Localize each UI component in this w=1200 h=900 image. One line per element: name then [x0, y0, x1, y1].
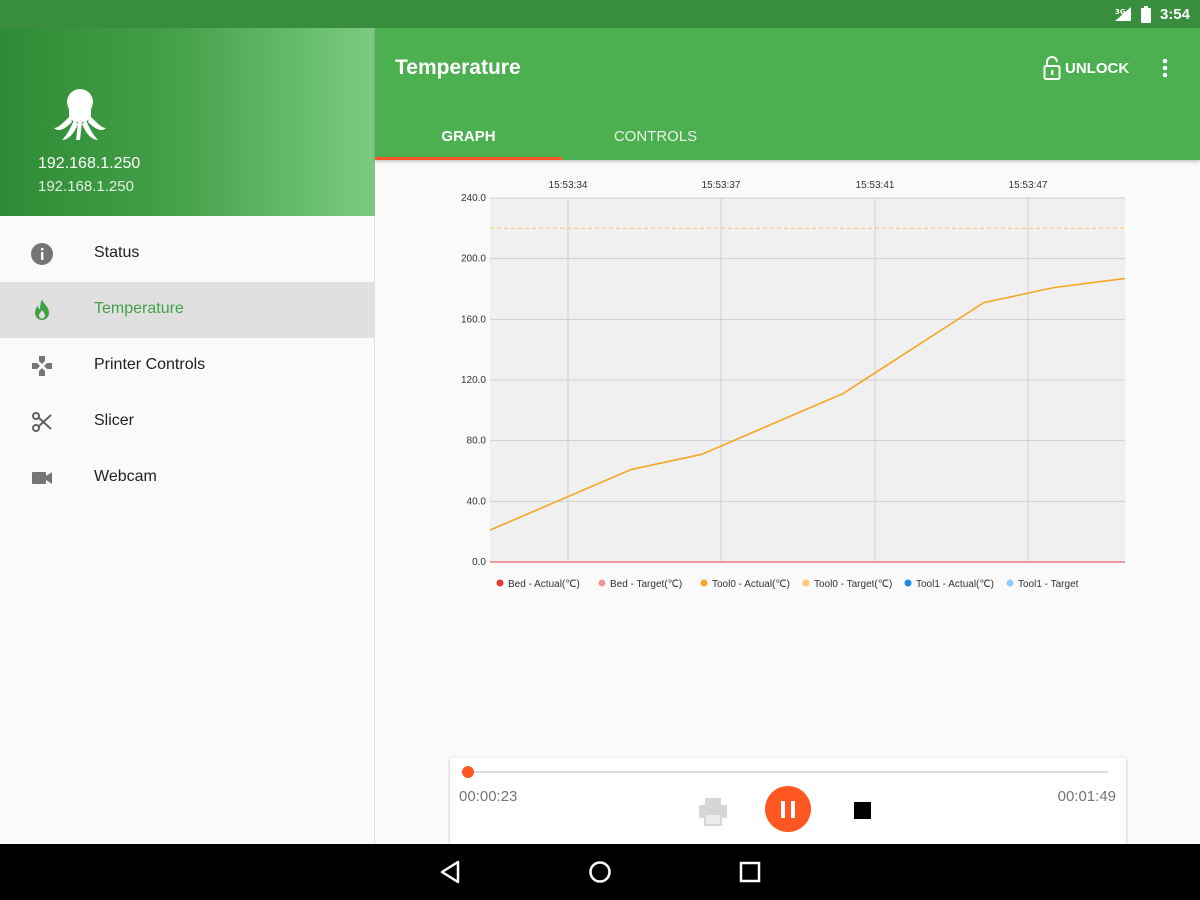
legend-label: Tool0 - Target(℃) — [814, 579, 892, 590]
legend-marker — [700, 579, 708, 587]
pause-button[interactable] — [765, 786, 811, 832]
x-tick-label: 15:53:34 — [549, 180, 588, 191]
octoprint-logo-icon — [54, 89, 106, 140]
drawer-item-label: Printer Controls — [94, 356, 206, 373]
recents-icon[interactable] — [736, 858, 764, 886]
flame-icon — [35, 299, 49, 320]
legend-marker — [802, 579, 810, 587]
y-tick-label: 200.0 — [461, 254, 486, 265]
drawer-item-label: Slicer — [94, 412, 135, 429]
drawer-item-label: Webcam — [94, 468, 157, 485]
drawer-item-status[interactable]: Status — [0, 226, 375, 282]
legend-label: Bed - Actual(℃) — [508, 579, 580, 590]
pause-icon — [791, 801, 795, 818]
stop-button[interactable] — [854, 802, 871, 819]
pause-icon — [781, 801, 785, 818]
tab-graph[interactable]: GRAPH — [375, 112, 562, 160]
clock: 3:54 — [1159, 5, 1190, 23]
y-tick-label: 240.0 — [461, 193, 486, 204]
overflow-menu-icon[interactable] — [1155, 54, 1175, 82]
battery-icon — [1140, 5, 1151, 23]
drawer-item-webcam[interactable]: Webcam — [0, 450, 375, 506]
unlock-button[interactable]: UNLOCK — [1043, 54, 1129, 82]
unlock-label: UNLOCK — [1065, 59, 1130, 77]
elapsed-time: 00:00:23 — [459, 788, 518, 805]
legend-label: Bed - Target(℃) — [610, 579, 682, 590]
legend-marker — [598, 579, 606, 587]
legend-marker — [496, 579, 504, 587]
home-icon[interactable] — [586, 858, 614, 886]
host-subtitle: 192.168.1.250 — [38, 178, 134, 195]
page-title: Temperature — [395, 56, 521, 79]
temperature-chart: 0.0 40.0 80.0 120.0 160.0 200.0 240.0 15:53:34 1… — [461, 180, 1126, 590]
total-time: 00:01:49 — [1057, 788, 1116, 805]
drawer-item-temperature[interactable]: Temperature — [0, 282, 375, 338]
back-icon[interactable] — [437, 858, 465, 886]
x-tick-label: 15:53:47 — [1009, 180, 1048, 191]
legend-label: Tool1 - Target — [1018, 579, 1079, 590]
y-tick-label: 0.0 — [472, 557, 486, 568]
drawer-item-label: Temperature — [94, 300, 184, 317]
y-tick-label: 40.0 — [467, 496, 487, 507]
host-address: 192.168.1.250 — [38, 155, 141, 172]
svg-text:3G: 3G — [1115, 8, 1126, 16]
scissors-icon — [32, 412, 52, 432]
app-bar: Temperature UNLOCK GRAPH CONTROLS — [375, 28, 1200, 160]
print-progress-card: 00:00:23 00:01:49 — [450, 758, 1126, 844]
y-tick-label: 160.0 — [461, 314, 486, 325]
tab-indicator — [375, 157, 562, 160]
dpad-icon — [32, 356, 52, 376]
system-status-bar: 3G 3:54 — [0, 0, 1200, 28]
legend-label: Tool0 - Actual(℃) — [712, 579, 790, 590]
print-icon[interactable] — [696, 794, 730, 828]
y-tick-label: 120.0 — [461, 375, 486, 386]
legend-marker — [1006, 579, 1014, 587]
tab-controls[interactable]: CONTROLS — [562, 112, 749, 160]
legend-marker — [904, 579, 912, 587]
info-icon — [31, 243, 53, 265]
drawer-header: 192.168.1.250 192.168.1.250 — [0, 28, 375, 216]
x-tick-label: 15:53:41 — [856, 180, 895, 191]
drawer-item-printer-controls[interactable]: Printer Controls — [0, 338, 375, 394]
drawer-item-slicer[interactable]: Slicer — [0, 394, 375, 450]
lock-open-icon — [1043, 56, 1061, 80]
progress-thumb[interactable] — [462, 766, 474, 778]
cellular-signal-icon: 3G — [1114, 7, 1131, 21]
system-navigation-bar — [0, 844, 1200, 900]
x-tick-label: 15:53:37 — [702, 180, 741, 191]
progress-track[interactable] — [468, 771, 1108, 773]
drawer-item-label: Status — [94, 244, 140, 261]
legend-label: Tool1 - Actual(℃) — [916, 579, 994, 590]
videocam-icon — [32, 472, 52, 484]
navigation-drawer: 192.168.1.250 192.168.1.250 Status Tempe… — [0, 28, 375, 844]
y-tick-label: 80.0 — [467, 436, 487, 447]
